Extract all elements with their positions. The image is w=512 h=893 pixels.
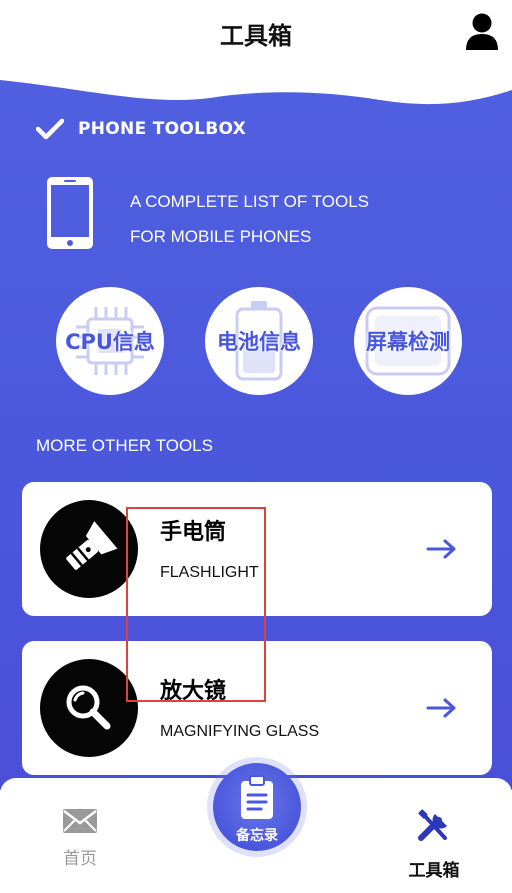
tab-tools[interactable]: 工具箱 [394,808,474,881]
app-header: 工具箱 [0,0,512,70]
tab-tools-label: 工具箱 [408,861,460,881]
arrow-right-icon[interactable] [426,697,458,719]
tool-subtitle: MAGNIFYING GLASS [160,723,320,740]
tool-card-magnifier[interactable]: 放大镜 MAGNIFYING GLASS [22,641,492,775]
screen-test-label: 屏幕检测 [366,330,450,354]
brand-row: PHONE TOOLBOX [36,118,246,140]
tool-title: 手电筒 [160,520,227,545]
tools-icon [418,809,447,841]
arrow-right-icon[interactable] [426,538,458,560]
flashlight-icon [40,500,138,598]
brand-name: PHONE TOOLBOX [78,119,247,139]
screen-test-button[interactable]: 屏幕检测 [354,287,462,395]
memo-button[interactable]: 备忘录 [213,763,301,851]
battery-info-label: 电池信息 [217,330,301,354]
tab-home-label: 首页 [63,849,97,869]
tagline-line-1: A COMPLETE LIST OF TOOLS [130,192,370,211]
phone-icon [47,177,93,249]
tab-home[interactable]: 首页 [40,808,120,869]
battery-info-button[interactable]: 电池信息 [205,287,313,395]
user-profile-icon[interactable] [464,12,500,52]
memo-label: 备忘录 [236,828,278,844]
tagline-line-2: FOR MOBILE PHONES [130,227,312,246]
cpu-info-button[interactable]: CPU信息 [56,287,164,395]
magnifier-icon [40,659,138,757]
tagline: A COMPLETE LIST OF TOOLS FOR MOBILE PHON… [130,184,369,254]
page-title: 工具箱 [220,22,292,50]
mail-icon [63,809,97,833]
tool-title: 放大镜 [160,679,227,704]
tool-card-flashlight[interactable]: 手电筒 FLASHLIGHT [22,482,492,616]
cpu-info-label: CPU信息 [65,330,155,354]
tool-subtitle: FLASHLIGHT [160,564,259,581]
section-title: MORE OTHER TOOLS [36,436,213,455]
clipboard-icon [241,775,273,819]
check-icon [36,118,64,140]
